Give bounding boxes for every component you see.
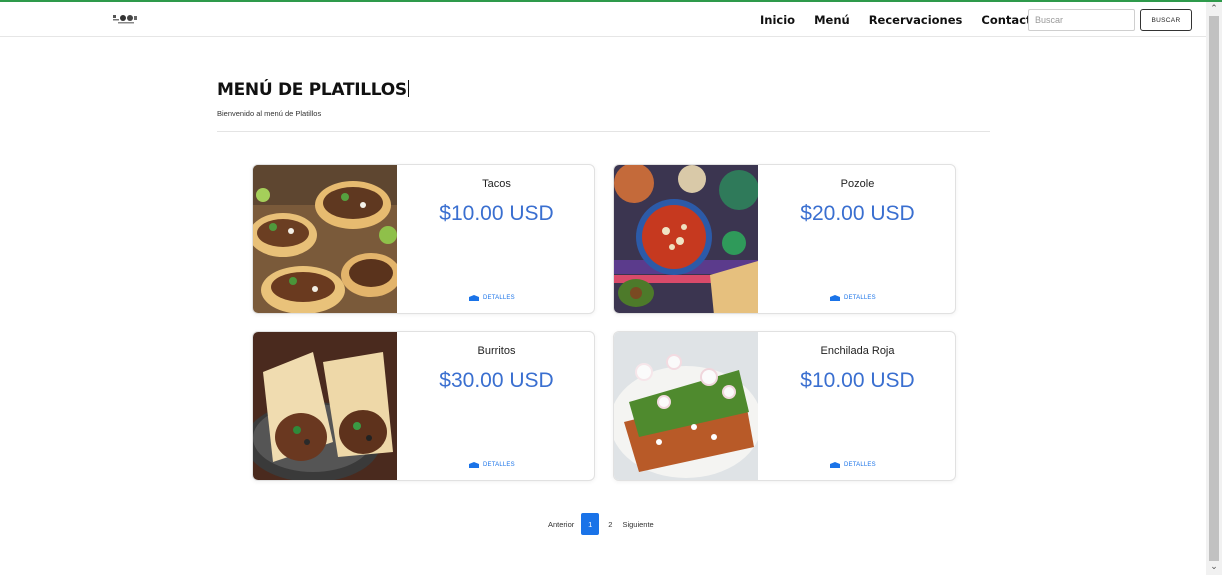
pagination: Anterior 1 2 Siguiente bbox=[548, 513, 654, 535]
dish-name: Tacos bbox=[482, 178, 511, 190]
dish-card-tacos[interactable]: Tacos $10.00 USD DETALLES bbox=[252, 164, 595, 314]
site-logo[interactable] bbox=[112, 13, 138, 25]
dish-photo-burritos bbox=[253, 332, 397, 480]
dish-card-enchilada-roja[interactable]: Enchilada Roja $10.00 USD DETALLES bbox=[613, 331, 956, 481]
nav-link-menu[interactable]: Menú bbox=[814, 13, 850, 27]
details-link-label: DETALLES bbox=[844, 295, 876, 301]
dish-name: Burritos bbox=[477, 345, 516, 357]
search-button[interactable]: BUSCAR bbox=[1140, 9, 1192, 31]
title-divider bbox=[217, 131, 990, 132]
nav-links: Inicio Menú Recervaciones Contactos bbox=[760, 13, 1065, 27]
pagination-next[interactable]: Siguiente bbox=[622, 520, 653, 529]
dish-price: $30.00 USD bbox=[439, 369, 554, 392]
dish-price: $10.00 USD bbox=[439, 202, 554, 225]
nav-link-recervaciones[interactable]: Recervaciones bbox=[869, 13, 963, 27]
details-link-label: DETALLES bbox=[483, 295, 515, 301]
scroll-up-icon[interactable]: ⌃ bbox=[1206, 2, 1222, 16]
pagination-page-current[interactable]: 1 bbox=[581, 513, 600, 535]
search-input[interactable] bbox=[1028, 9, 1135, 31]
scroll-thumb[interactable] bbox=[1209, 16, 1219, 561]
details-icon bbox=[830, 462, 840, 468]
details-link[interactable]: DETALLES bbox=[830, 295, 876, 301]
details-link-label: DETALLES bbox=[483, 462, 515, 468]
dish-card-burritos[interactable]: Burritos $30.00 USD DETALLES bbox=[252, 331, 595, 481]
dish-photo-tacos bbox=[253, 165, 397, 313]
dish-name: Pozole bbox=[840, 178, 875, 190]
nav-link-inicio[interactable]: Inicio bbox=[760, 13, 795, 27]
dish-card-pozole[interactable]: Pozole $20.00 USD DETALLES bbox=[613, 164, 956, 314]
pagination-page-2[interactable]: 2 bbox=[608, 520, 612, 529]
pagination-prev[interactable]: Anterior bbox=[548, 520, 574, 529]
details-icon bbox=[830, 295, 840, 301]
page-title: MENÚ DE PLATILLOS bbox=[217, 80, 409, 100]
dish-name: Enchilada Roja bbox=[820, 345, 895, 357]
details-link[interactable]: DETALLES bbox=[469, 295, 515, 301]
details-icon bbox=[469, 295, 479, 301]
page-subtitle: Bienvenido al menú de Platillos bbox=[217, 109, 322, 118]
dish-price: $20.00 USD bbox=[800, 202, 915, 225]
dish-price: $10.00 USD bbox=[800, 369, 915, 392]
details-icon bbox=[469, 462, 479, 468]
vertical-scrollbar[interactable]: ⌃ ⌄ bbox=[1206, 2, 1222, 575]
details-link-label: DETALLES bbox=[844, 462, 876, 468]
scroll-down-icon[interactable]: ⌄ bbox=[1206, 560, 1222, 574]
text-cursor bbox=[407, 80, 409, 97]
details-link[interactable]: DETALLES bbox=[469, 462, 515, 468]
details-link[interactable]: DETALLES bbox=[830, 462, 876, 468]
page-title-text: MENÚ DE PLATILLOS bbox=[217, 80, 407, 100]
navbar: Inicio Menú Recervaciones Contactos BUSC… bbox=[0, 2, 1206, 37]
dish-photo-enchilada-roja bbox=[614, 332, 758, 480]
dish-photo-pozole bbox=[614, 165, 758, 313]
